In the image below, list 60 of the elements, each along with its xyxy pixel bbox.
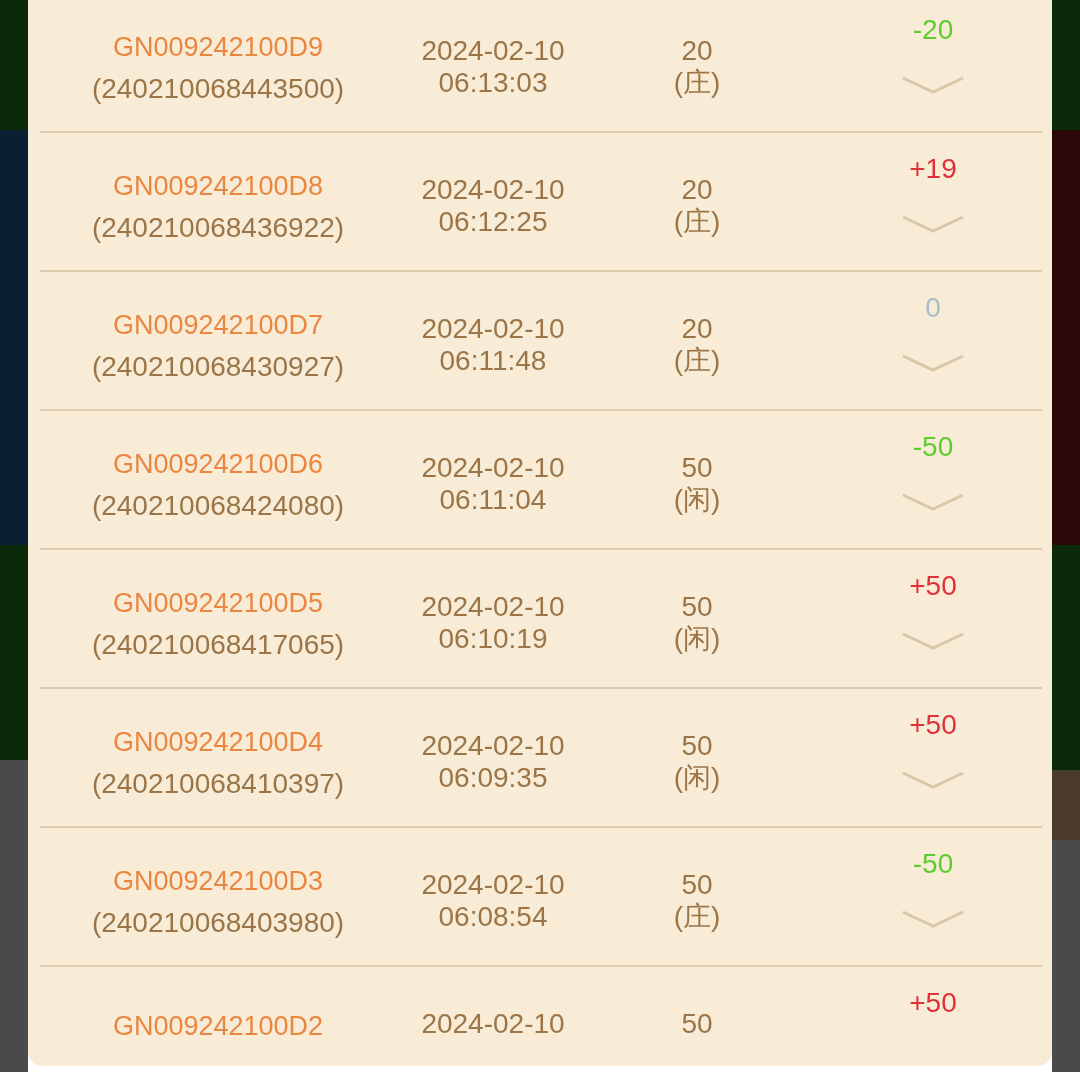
bet-side: (闲)	[673, 484, 721, 516]
game-id: GN009242100D3	[112, 865, 324, 898]
chevron-down-icon[interactable]	[902, 910, 964, 928]
order-number: (240210068417065)	[91, 628, 345, 662]
game-id: GN009242100D4	[112, 726, 324, 759]
chevron-down-icon[interactable]	[902, 632, 964, 650]
bet-date: 2024-02-10	[421, 1008, 565, 1040]
bet-side: (庄)	[673, 67, 721, 99]
bet-amount: 20	[681, 174, 713, 206]
win-loss-amount: +50	[909, 708, 957, 742]
win-loss-amount: +19	[909, 152, 957, 186]
bet-time: 06:09:35	[438, 762, 548, 794]
bet-amount: 50	[681, 452, 713, 484]
bet-time: 06:11:04	[439, 484, 547, 516]
bet-date: 2024-02-10	[421, 730, 565, 762]
bet-side: (庄)	[673, 206, 721, 238]
game-id: GN009242100D6	[112, 448, 324, 481]
bet-date: 2024-02-10	[421, 174, 565, 206]
bet-side: (闲)	[673, 623, 721, 655]
bet-amount: 20	[681, 313, 713, 345]
game-id: GN009242100D2	[112, 1010, 324, 1043]
order-number: (240210068436922)	[91, 211, 345, 245]
bet-time: 06:12:25	[438, 206, 548, 238]
bet-time: 06:11:48	[439, 345, 547, 377]
win-loss-amount: -20	[912, 13, 954, 47]
bet-date: 2024-02-10	[421, 313, 565, 345]
order-number: (240210068403980)	[91, 906, 345, 940]
bet-time: 06:10:19	[438, 623, 548, 655]
bet-date: 2024-02-10	[421, 591, 565, 623]
bet-amount: 50	[681, 591, 713, 623]
game-id: GN009242100D5	[112, 587, 324, 620]
game-id: GN009242100D9	[112, 31, 324, 64]
bet-side: (庄)	[673, 901, 721, 933]
bet-date: 2024-02-10	[421, 452, 565, 484]
game-id: GN009242100D7	[112, 309, 324, 342]
win-loss-amount: -50	[912, 847, 954, 881]
order-number: (240210068443500)	[91, 72, 345, 106]
bet-time: 06:13:03	[438, 67, 548, 99]
chevron-down-icon[interactable]	[902, 215, 964, 233]
bet-side: (庄)	[673, 345, 721, 377]
bet-time: 06:08:54	[438, 901, 548, 933]
bet-side: (闲)	[673, 762, 721, 794]
bet-amount: 50	[681, 730, 713, 762]
win-loss-amount: 0	[925, 291, 941, 325]
bet-date: 2024-02-10	[421, 869, 565, 901]
order-number: (240210068424080)	[91, 489, 345, 523]
game-id: GN009242100D8	[112, 170, 324, 203]
bet-amount: 50	[681, 1008, 713, 1040]
bet-amount: 20	[681, 35, 713, 67]
order-number: (240210068410397)	[91, 767, 345, 801]
order-number: (240210068430927)	[91, 350, 345, 384]
chevron-down-icon[interactable]	[902, 771, 964, 789]
chevron-down-icon[interactable]	[902, 493, 964, 511]
chevron-down-icon[interactable]	[902, 354, 964, 372]
win-loss-amount: -50	[912, 430, 954, 464]
chevron-down-icon[interactable]	[902, 76, 964, 94]
bet-date: 2024-02-10	[421, 35, 565, 67]
bet-amount: 50	[681, 869, 713, 901]
win-loss-amount: +50	[909, 569, 957, 603]
win-loss-amount: +50	[909, 986, 957, 1020]
